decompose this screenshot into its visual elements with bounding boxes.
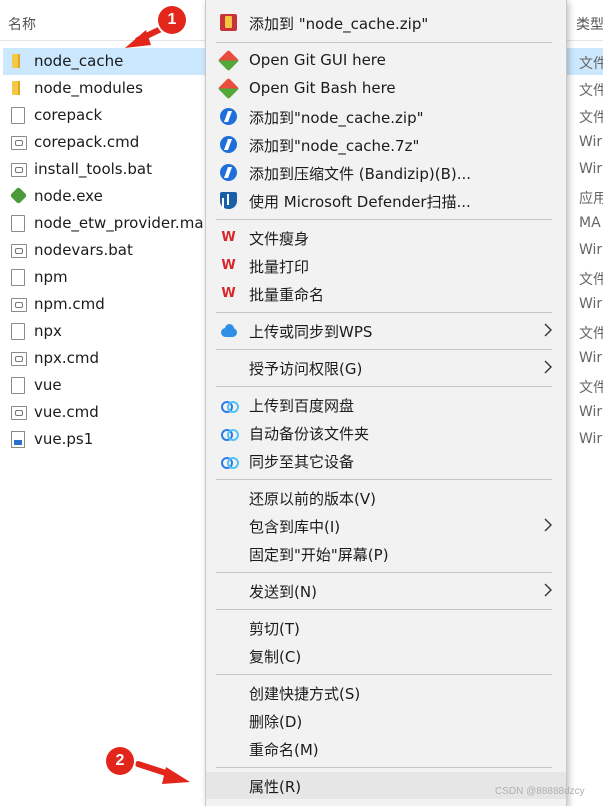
step-2-badge: 2 [106, 747, 134, 775]
annotation-arrows [125, 25, 190, 784]
watermark: CSDN @88888dzcy [495, 786, 585, 797]
arrow-step-2 [135, 761, 190, 784]
step-1-badge: 1 [158, 6, 186, 34]
arrow-step-1 [125, 25, 166, 48]
